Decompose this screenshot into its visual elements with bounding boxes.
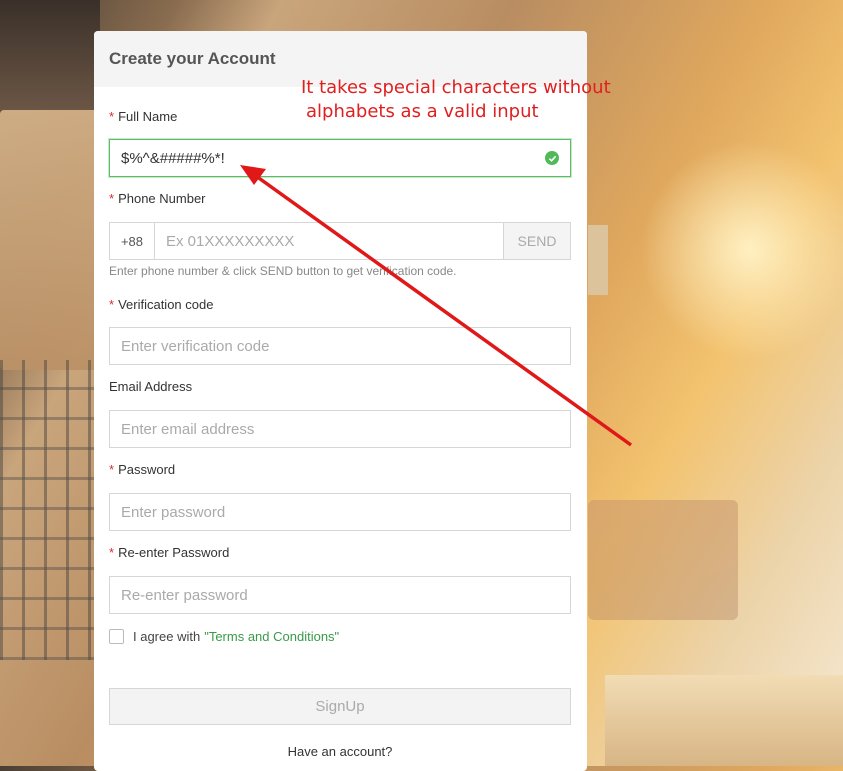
- background-box-right-mid: [588, 500, 738, 620]
- signup-card: Create your Account * Full Name $%^&#####…: [94, 31, 587, 771]
- password-input[interactable]: Enter password: [109, 493, 571, 531]
- agree-text: I agree with: [133, 629, 201, 644]
- verification-field: * Verification code: [109, 297, 571, 312]
- required-mark: *: [109, 109, 115, 124]
- required-mark: *: [109, 297, 115, 312]
- background-decoration: [0, 0, 100, 110]
- required-mark: *: [109, 191, 115, 206]
- full-name-input[interactable]: $%^&#####%*!: [109, 139, 571, 177]
- have-account-wrap: Have an account?: [109, 744, 571, 759]
- verification-input[interactable]: Enter verification code: [109, 327, 571, 365]
- password-input-wrap: Enter password: [109, 493, 571, 531]
- email-label: Email Address: [109, 379, 193, 394]
- terms-link[interactable]: "Terms and Conditions": [204, 629, 339, 644]
- email-input-wrap: Enter email address: [109, 410, 571, 448]
- page-title: Create your Account: [109, 49, 276, 68]
- phone-label: * Phone Number: [109, 191, 571, 206]
- agree-checkbox[interactable]: [109, 629, 124, 644]
- phone-input[interactable]: Ex 01XXXXXXXXX: [154, 222, 504, 260]
- phone-field: * Phone Number: [109, 191, 571, 206]
- verification-input-wrap: Enter verification code: [109, 327, 571, 365]
- full-name-label-text: Full Name: [118, 109, 178, 124]
- send-button[interactable]: SEND: [504, 222, 571, 260]
- agree-container: I agree with "Terms and Conditions": [109, 629, 571, 644]
- verification-label: * Verification code: [109, 297, 571, 312]
- verification-label-text: Verification code: [118, 297, 214, 312]
- reenter-password-label: * Re-enter Password: [109, 545, 571, 560]
- phone-input-wrap: +88 Ex 01XXXXXXXXX SEND Enter phone numb…: [109, 222, 571, 278]
- background-cart: [0, 360, 96, 660]
- reenter-password-label-text: Re-enter Password: [118, 545, 230, 560]
- required-mark: *: [109, 545, 115, 560]
- full-name-input-wrap: $%^&#####%*!: [109, 139, 571, 177]
- password-field: * Password: [109, 462, 571, 477]
- signup-wrap: SignUp: [109, 688, 571, 725]
- reenter-password-input[interactable]: Re-enter password: [109, 576, 571, 614]
- agree-row: I agree with "Terms and Conditions": [109, 629, 571, 644]
- required-mark: *: [109, 462, 115, 477]
- background-glow: [640, 140, 843, 360]
- annotation-line-2: alphabets as a valid input: [306, 101, 539, 122]
- password-label-text: Password: [118, 462, 176, 477]
- reenter-password-field: * Re-enter Password: [109, 545, 571, 560]
- email-input[interactable]: Enter email address: [109, 410, 571, 448]
- full-name-value: $%^&#####%*!: [121, 149, 225, 167]
- check-icon: [545, 151, 559, 165]
- phone-hint: Enter phone number & click SEND button t…: [109, 264, 457, 278]
- phone-label-text: Phone Number: [118, 191, 206, 206]
- reenter-password-input-wrap: Re-enter password: [109, 576, 571, 614]
- country-code: +88: [109, 222, 154, 260]
- annotation-line-1: It takes special characters without: [301, 77, 611, 98]
- email-field: Email Address: [109, 379, 571, 394]
- password-label: * Password: [109, 462, 571, 477]
- have-account-link[interactable]: Have an account?: [109, 744, 571, 759]
- background-box-left: [0, 110, 100, 370]
- background-box-right-bottom: [605, 675, 843, 766]
- signup-button[interactable]: SignUp: [109, 688, 571, 725]
- background-box-right-small: [588, 225, 608, 295]
- phone-row: +88 Ex 01XXXXXXXXX SEND: [109, 222, 571, 260]
